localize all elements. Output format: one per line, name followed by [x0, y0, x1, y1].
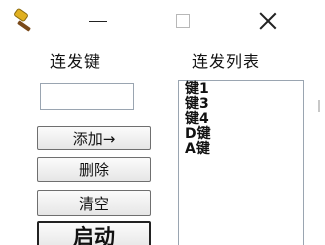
clear-button[interactable]: 清空 — [37, 190, 151, 216]
maximize-icon — [176, 14, 190, 28]
list-item[interactable]: 键4 — [185, 112, 297, 127]
maximize-button[interactable] — [160, 4, 206, 38]
delete-button[interactable]: 删除 — [37, 157, 151, 182]
start-button[interactable]: 启动 — [37, 221, 151, 245]
close-icon — [259, 12, 277, 30]
title-bar — [0, 0, 325, 42]
repeat-key-input[interactable] — [40, 83, 134, 110]
repeat-key-label: 连发键 — [50, 52, 102, 71]
app-window: 连发键 连发列表 添加→ 删除 清空 启动 键1 键3 键4 D键 A键 — [0, 0, 325, 245]
repeat-key-list[interactable]: 键1 键3 键4 D键 A键 — [178, 80, 304, 245]
repeat-list-label: 连发列表 — [192, 52, 261, 71]
window-edge-mark — [318, 100, 320, 112]
minimize-button[interactable] — [75, 4, 121, 38]
hammer-icon — [14, 8, 31, 32]
add-button[interactable]: 添加→ — [37, 126, 151, 150]
list-item[interactable]: 键1 — [185, 82, 297, 97]
close-button[interactable] — [245, 4, 291, 38]
list-item[interactable]: D键 — [185, 127, 297, 142]
minimize-icon — [89, 20, 107, 22]
list-item[interactable]: 键3 — [185, 97, 297, 112]
list-item[interactable]: A键 — [185, 142, 297, 157]
